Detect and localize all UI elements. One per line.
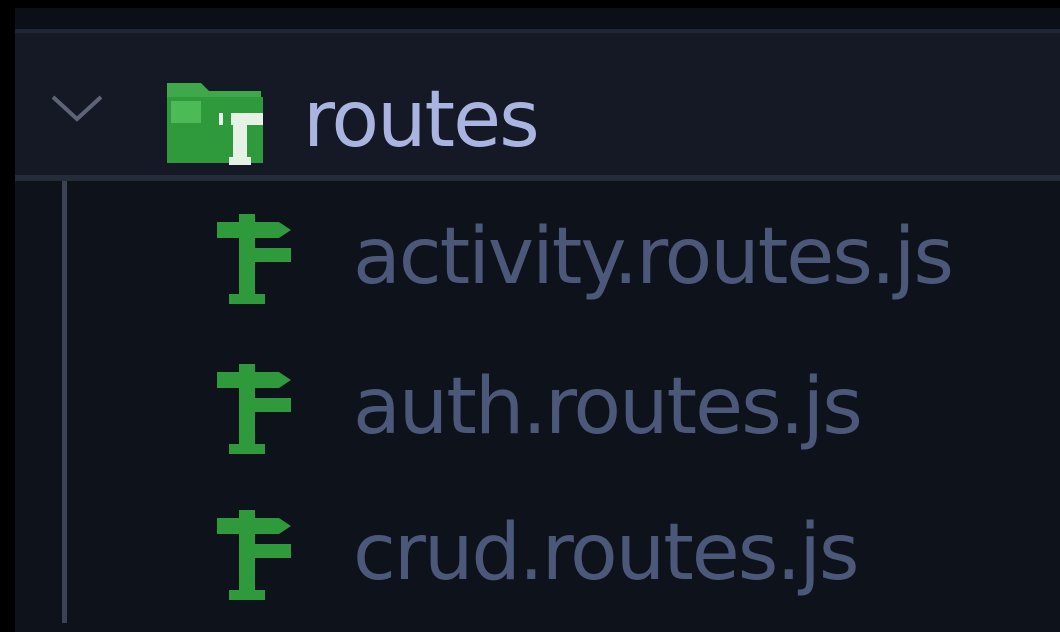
file-row-crud-routes[interactable]: crud.routes.js: [15, 482, 1060, 632]
file-label: activity.routes.js: [353, 212, 954, 302]
folder-label: routes: [303, 75, 540, 165]
file-row-auth-routes[interactable]: auth.routes.js: [15, 336, 1060, 486]
folder-row-routes[interactable]: routes: [15, 33, 1060, 175]
chevron-down-icon[interactable]: [47, 89, 107, 129]
folder-row-border: [15, 175, 1060, 181]
file-label: auth.routes.js: [353, 362, 863, 452]
folder-routes-icon: [167, 83, 263, 165]
file-label: crud.routes.js: [353, 508, 860, 598]
explorer-top-strip: [15, 8, 1060, 29]
routes-file-icon: [217, 510, 291, 600]
file-explorer: routes activity.routes.js auth.routes.js: [15, 8, 1060, 632]
file-row-activity-routes[interactable]: activity.routes.js: [15, 186, 1060, 336]
routes-file-icon: [217, 364, 291, 454]
routes-file-icon: [217, 214, 291, 304]
